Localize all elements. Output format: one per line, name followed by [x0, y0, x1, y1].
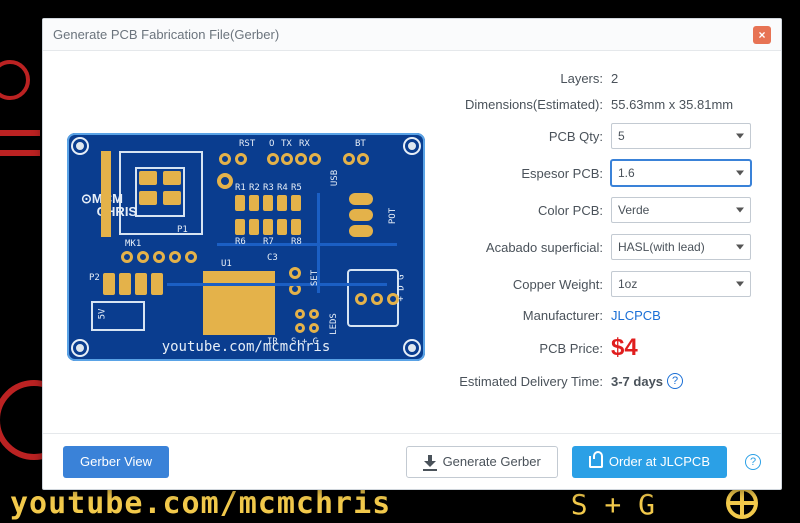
qty-label: PCB Qty:	[451, 129, 603, 144]
chevron-down-icon	[736, 245, 744, 250]
background-origin-icon	[724, 485, 760, 521]
dimensions-label: Dimensions(Estimated):	[451, 97, 603, 112]
modal-footer: Gerber View Generate Gerber Order at JLC…	[43, 433, 781, 489]
background-watermark: youtube.com/mcmchris	[10, 486, 391, 521]
gerber-modal: Generate PCB Fabrication File(Gerber) × …	[42, 18, 782, 490]
help-icon[interactable]: ?	[667, 373, 683, 389]
finish-label: Acabado superficial:	[451, 240, 603, 255]
dimensions-value: 55.63mm x 35.81mm	[611, 97, 757, 112]
footer-help-icon[interactable]: ?	[745, 454, 761, 470]
copper-select[interactable]: 1oz	[611, 271, 751, 297]
background-sg-label: S + G	[571, 488, 655, 521]
pcb-preview-pane: ⊙MCM CHRIS	[67, 71, 427, 423]
close-icon: ×	[758, 19, 765, 51]
manufacturer-label: Manufacturer:	[451, 308, 603, 323]
thickness-select[interactable]: 1.6	[611, 160, 751, 186]
chevron-down-icon	[736, 134, 744, 139]
close-button[interactable]: ×	[753, 26, 771, 44]
modal-body: ⊙MCM CHRIS	[43, 51, 781, 433]
color-label: Color PCB:	[451, 203, 603, 218]
finish-select[interactable]: HASL(with lead)	[611, 234, 751, 260]
copper-label: Copper Weight:	[451, 277, 603, 292]
pcb-board: ⊙MCM CHRIS	[67, 133, 425, 361]
qty-select[interactable]: 5	[611, 123, 751, 149]
generate-gerber-button[interactable]: Generate Gerber	[406, 446, 558, 478]
color-select[interactable]: Verde	[611, 197, 751, 223]
thickness-label: Espesor PCB:	[451, 166, 603, 181]
modal-header: Generate PCB Fabrication File(Gerber) ×	[43, 19, 781, 51]
properties-panel: Layers: 2 Dimensions(Estimated): 55.63mm…	[451, 71, 757, 423]
layers-value: 2	[611, 71, 757, 86]
download-icon	[423, 455, 437, 469]
eta-value: 3-7 days	[611, 374, 663, 389]
manufacturer-link[interactable]: JLCPCB	[611, 308, 661, 323]
board-url: youtube.com/mcmchris	[67, 339, 425, 355]
chevron-down-icon	[736, 171, 744, 176]
price-label: PCB Price:	[451, 341, 603, 356]
chevron-down-icon	[736, 282, 744, 287]
cart-icon	[589, 456, 603, 468]
layers-label: Layers:	[451, 71, 603, 86]
gerber-view-button[interactable]: Gerber View	[63, 446, 169, 478]
eta-label: Estimated Delivery Time:	[451, 374, 603, 389]
order-jlcpcb-button[interactable]: Order at JLCPCB	[572, 446, 727, 478]
price-value: $4	[611, 334, 638, 361]
chevron-down-icon	[736, 208, 744, 213]
modal-title: Generate PCB Fabrication File(Gerber)	[53, 19, 279, 51]
